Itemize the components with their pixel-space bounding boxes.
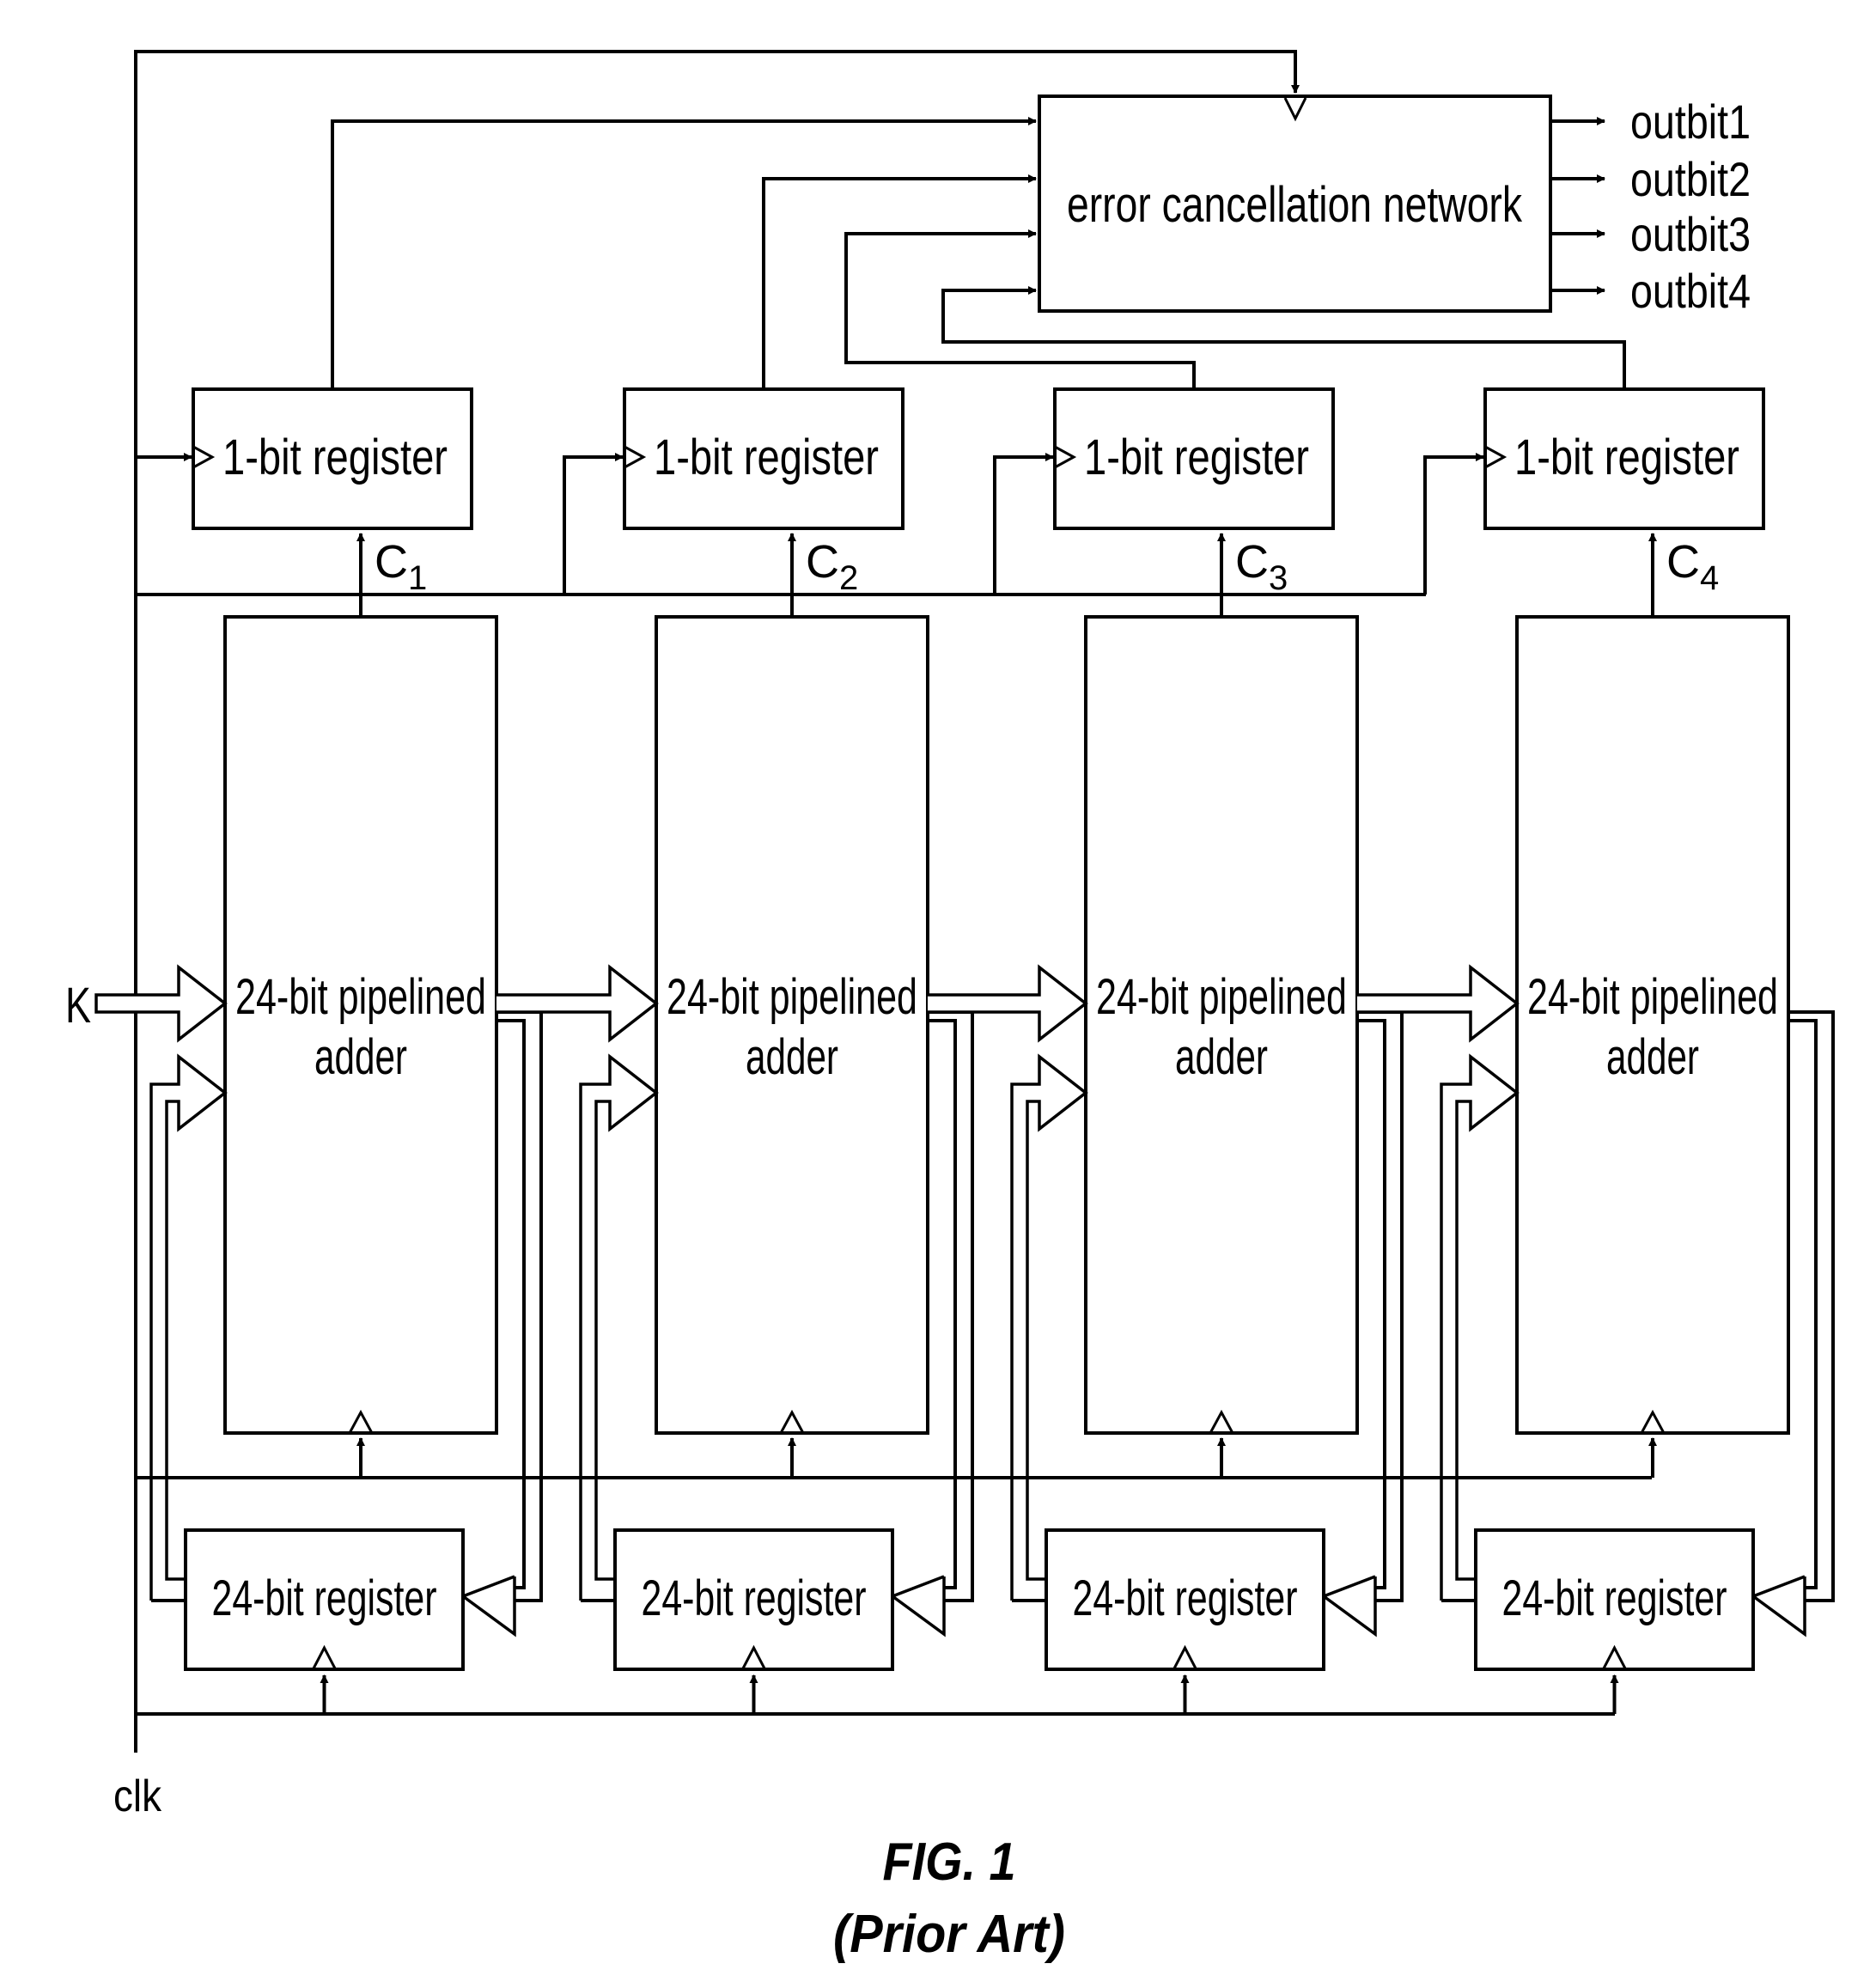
carry-register: 1-bit register	[623, 387, 904, 530]
adder-output-wire	[496, 1010, 543, 1602]
adder-label: 24-bit pipelined	[1527, 969, 1778, 1025]
adder-label: 24-bit pipelined	[667, 969, 917, 1025]
adder-label-line2: adder	[746, 1029, 838, 1085]
clock-branch	[1423, 453, 1484, 595]
feedback-register: 24-bit register	[1474, 1528, 1755, 1671]
adder-label-line2: adder	[314, 1029, 407, 1085]
adder-output-wire	[1788, 1010, 1835, 1602]
mash-modulator-diagram: clk error cancellation network outbit1ou…	[65, 50, 1835, 1964]
carry-register: 1-bit register	[1483, 387, 1765, 530]
adder-output-wire	[1357, 1019, 1386, 1589]
carry-to-error-network-wire	[331, 117, 1037, 389]
carry-to-error-network-wire	[762, 174, 1037, 389]
carry-label: C2	[806, 536, 858, 597]
output-label: outbit4	[1630, 264, 1751, 318]
input-k-label: K	[65, 978, 91, 1034]
carry-label: C4	[1666, 536, 1719, 597]
pipelined-adder: 24-bit pipelinedadder	[1084, 615, 1359, 1435]
feedback-register: 24-bit register	[1045, 1528, 1325, 1671]
figure-subcaption: (Prior Art)	[833, 1905, 1065, 1964]
carry-label: C1	[375, 536, 427, 597]
carry-register: 1-bit register	[192, 387, 473, 530]
error-network-label: error cancellation network	[1067, 177, 1523, 233]
data-bus-arrow	[928, 964, 1088, 1043]
carry-register: 1-bit register	[1053, 387, 1335, 530]
carry-register-label: 1-bit register	[222, 430, 448, 485]
pipelined-adder: 24-bit pipelinedadder	[655, 615, 929, 1435]
adder-label-line2: adder	[1606, 1029, 1699, 1085]
adder-output-wire	[496, 1019, 526, 1589]
stage-2: 1-bit register 24-bit pipelinedadder C2 24-…	[496, 174, 1037, 1714]
clock-branch	[993, 453, 1054, 595]
output-ports: outbit1outbit2outbit3outbit4	[1550, 95, 1751, 318]
data-bus-arrow	[496, 964, 659, 1043]
feedback-register-label: 24-bit register	[1502, 1570, 1727, 1626]
carry-label: C3	[1235, 536, 1288, 597]
adder-output-wire	[928, 1019, 957, 1589]
feedback-bus-arrow	[579, 1053, 659, 1601]
feedback-register-label: 24-bit register	[212, 1570, 437, 1626]
output-label: outbit1	[1630, 95, 1751, 149]
adder-output-wire	[1788, 1019, 1818, 1589]
output-port: outbit1	[1550, 95, 1751, 149]
feedback-register: 24-bit register	[184, 1528, 465, 1671]
feedback-bus-arrow	[1010, 1053, 1088, 1601]
carry-register-label: 1-bit register	[1084, 430, 1309, 485]
pipelined-adder: 24-bit pipelinedadder	[1515, 615, 1790, 1435]
stage-3: 1-bit register 24-bit pipelinedadder C3 24-…	[844, 229, 1404, 1714]
clock-branch	[563, 453, 624, 595]
feedback-register-label: 24-bit register	[1073, 1570, 1298, 1626]
output-port: outbit2	[1550, 152, 1751, 206]
data-bus-arrow	[94, 964, 228, 1043]
pipelined-adder: 24-bit pipelinedadder	[223, 615, 498, 1435]
register-input-arrow	[1750, 1575, 1806, 1637]
adder-output-wire	[928, 1010, 974, 1602]
adder-label: 24-bit pipelined	[1096, 969, 1347, 1025]
adder-label-line2: adder	[1175, 1029, 1268, 1085]
feedback-bus-arrow	[1440, 1053, 1520, 1601]
carry-register-label: 1-bit register	[1514, 430, 1739, 485]
carry-register-label: 1-bit register	[654, 430, 879, 485]
output-label: outbit3	[1630, 207, 1751, 261]
feedback-bus-arrow	[149, 1053, 228, 1601]
adder-label: 24-bit pipelined	[235, 969, 486, 1025]
adder-output-wire	[1357, 1010, 1404, 1602]
register-input-arrow	[1320, 1575, 1377, 1637]
error-cancellation-network: error cancellation network	[1038, 95, 1552, 313]
output-port: outbit3	[1550, 207, 1751, 261]
register-input-arrow	[460, 1575, 516, 1637]
register-input-arrow	[889, 1575, 946, 1637]
output-label: outbit2	[1630, 152, 1751, 206]
figure-caption: FIG. 1	[883, 1833, 1016, 1892]
feedback-register: 24-bit register	[613, 1528, 894, 1671]
output-port: outbit4	[1550, 264, 1751, 318]
clock-label: clk	[113, 1772, 162, 1821]
feedback-register-label: 24-bit register	[642, 1570, 867, 1626]
data-bus-arrow	[1357, 964, 1520, 1043]
